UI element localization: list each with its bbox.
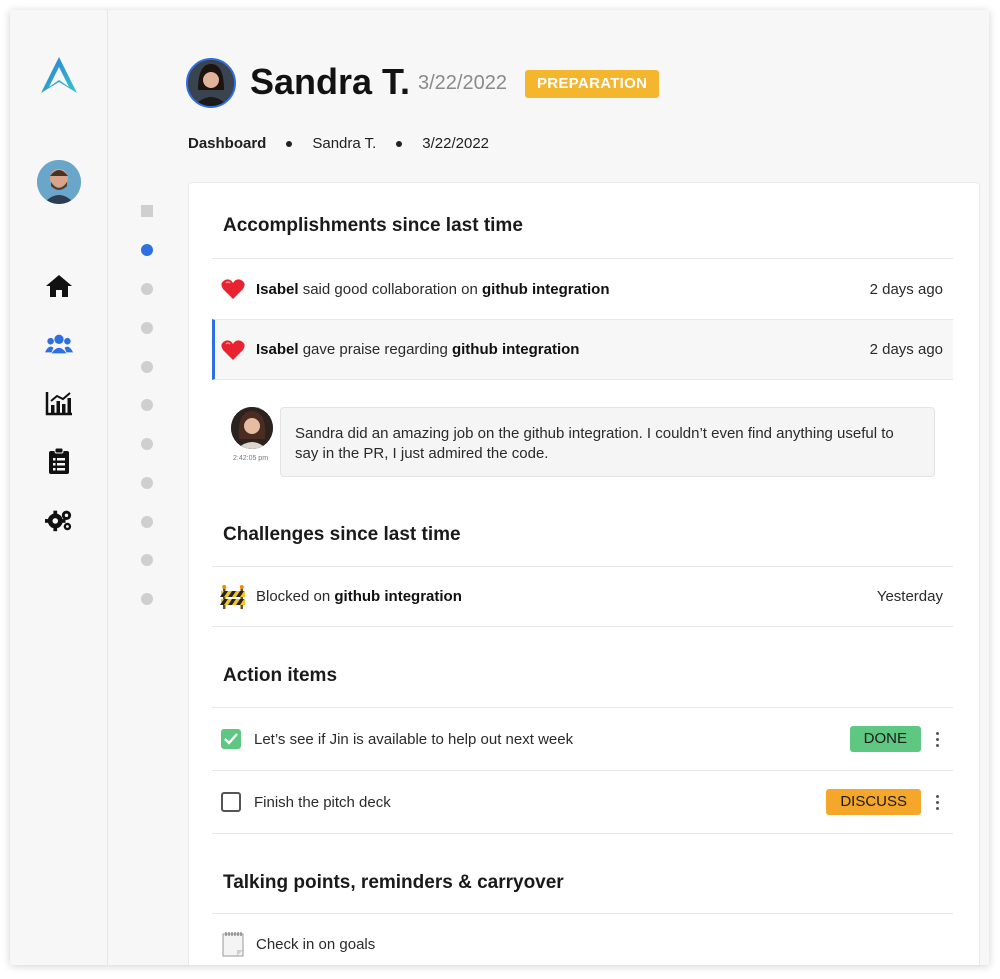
heart-icon xyxy=(220,339,246,361)
rail-dot[interactable] xyxy=(141,516,153,528)
rail-dot-active[interactable] xyxy=(141,244,153,256)
challenge-row[interactable]: Blocked on github integration Yesterday xyxy=(212,566,953,627)
comment-bubble: Sandra did an amazing job on the github … xyxy=(280,407,935,477)
breadcrumb-separator xyxy=(286,140,293,147)
rail-dot[interactable] xyxy=(141,322,153,334)
accomplishment-text: Isabel gave praise regarding github inte… xyxy=(256,341,870,358)
breadcrumb-separator xyxy=(396,140,403,147)
action-item-row[interactable]: Finish the pitch deck DISCUSS xyxy=(212,770,953,834)
breadcrumb-date: 3/22/2022 xyxy=(422,135,490,152)
profile-avatar xyxy=(186,58,236,108)
rail-dot[interactable] xyxy=(141,283,153,295)
challenges-title: Challenges since last time xyxy=(223,524,461,545)
app-logo-icon[interactable] xyxy=(39,55,79,95)
action-item-checkbox[interactable] xyxy=(221,792,241,812)
talking-points-title: Talking points, reminders & carryover xyxy=(223,872,564,893)
accomplishment-row-selected[interactable]: Isabel gave praise regarding github inte… xyxy=(212,319,953,380)
rail-dot[interactable] xyxy=(141,399,153,411)
breadcrumb: Dashboard Sandra T. 3/22/2022 xyxy=(188,135,489,152)
app-window: Sandra T. 3/22/2022 PREPARATION Dashboar… xyxy=(10,10,989,965)
rail-dot[interactable] xyxy=(141,477,153,489)
accomplishment-subject[interactable]: github integration xyxy=(452,341,579,358)
challenge-time: Yesterday xyxy=(876,588,943,605)
notepad-icon xyxy=(220,931,246,957)
action-item-status-discuss[interactable]: DISCUSS xyxy=(826,789,921,815)
page-title: Sandra T. xyxy=(250,61,411,102)
action-item-row[interactable]: Let’s see if Jin is available to help ou… xyxy=(212,707,953,770)
user-avatar[interactable] xyxy=(37,160,81,204)
heart-icon xyxy=(220,278,246,300)
action-item-text: Let’s see if Jin is available to help ou… xyxy=(254,730,574,748)
rail-top-marker[interactable] xyxy=(141,205,153,217)
breadcrumb-dashboard[interactable]: Dashboard xyxy=(188,135,266,152)
talking-point-row[interactable]: Check in on goals xyxy=(212,913,953,965)
people-icon[interactable] xyxy=(45,330,73,358)
accomplishments-title: Accomplishments since last time xyxy=(223,215,523,236)
rail-dot[interactable] xyxy=(141,361,153,373)
commenter-avatar xyxy=(231,407,273,449)
action-item-status-done[interactable]: DONE xyxy=(849,726,921,752)
action-item-text: Finish the pitch deck xyxy=(254,793,391,811)
accomplishment-time: 2 days ago xyxy=(869,341,943,358)
chart-icon[interactable] xyxy=(45,389,73,417)
breadcrumb-person[interactable]: Sandra T. xyxy=(312,135,376,152)
challenge-subject[interactable]: github integration xyxy=(334,588,461,605)
accomplishment-actor: Isabel xyxy=(256,341,299,358)
accomplishment-time: 2 days ago xyxy=(869,280,943,298)
accomplishment-text: Isabel said good collaboration on github… xyxy=(256,281,870,298)
settings-icon[interactable] xyxy=(45,506,73,534)
challenge-prefix: Blocked on xyxy=(256,588,335,605)
home-icon[interactable] xyxy=(45,272,73,300)
rail-dot[interactable] xyxy=(141,554,153,566)
accomplishment-subject[interactable]: github integration xyxy=(482,281,609,298)
status-badge[interactable]: PREPARATION xyxy=(525,70,660,98)
sidebar xyxy=(10,10,108,965)
accomplishment-verb: said good collaboration on xyxy=(298,280,482,298)
accomplishment-actor: Isabel xyxy=(256,280,299,298)
action-items-title: Action items xyxy=(223,665,338,686)
accomplishment-row[interactable]: Isabel said good collaboration on github… xyxy=(212,258,953,319)
meeting-date: 3/22/2022 xyxy=(418,72,507,94)
talking-point-text: Check in on goals xyxy=(256,935,376,953)
rail-dot[interactable] xyxy=(141,438,153,450)
agenda-panel: Accomplishments since last time Isabel s… xyxy=(188,182,980,965)
comment-timestamp: 2:42:05 pm xyxy=(233,455,269,462)
more-options-icon[interactable] xyxy=(929,731,945,747)
construction-barrier-icon xyxy=(220,584,246,609)
challenge-text: Blocked on github integration xyxy=(256,588,877,605)
rail-dot[interactable] xyxy=(141,593,153,605)
more-options-icon[interactable] xyxy=(929,794,945,810)
accomplishment-verb: gave praise regarding xyxy=(298,341,452,358)
action-item-checkbox[interactable] xyxy=(221,729,241,749)
clipboard-icon[interactable] xyxy=(45,447,73,475)
